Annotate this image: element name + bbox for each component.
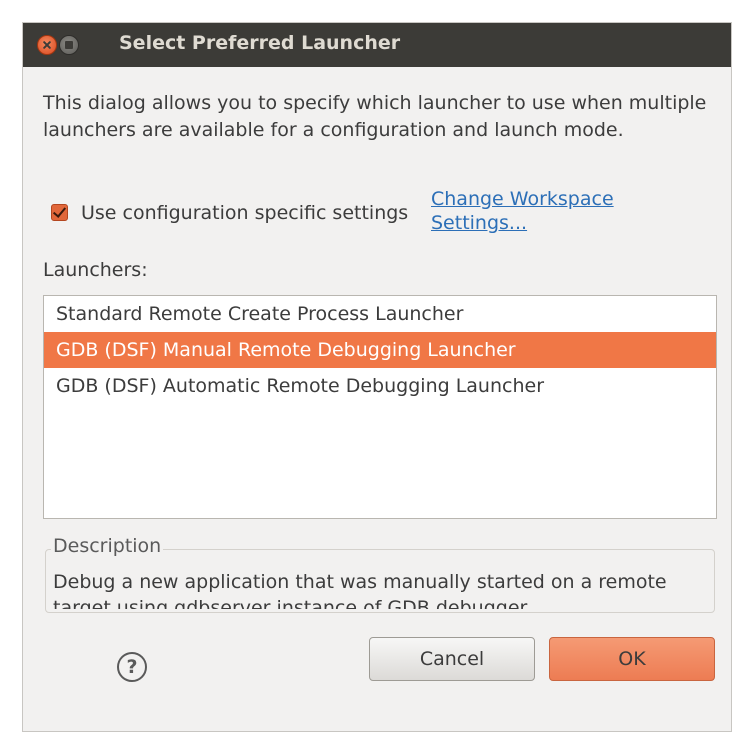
- config-specific-checkbox[interactable]: [51, 204, 68, 221]
- dialog-title: Select Preferred Launcher: [119, 32, 401, 54]
- title-bar: Select Preferred Launcher: [23, 23, 731, 67]
- cancel-button[interactable]: Cancel: [369, 637, 535, 681]
- launchers-list[interactable]: Standard Remote Create Process Launcher …: [43, 295, 717, 519]
- config-specific-label[interactable]: Use configuration specific settings: [81, 202, 431, 224]
- select-preferred-launcher-dialog: Select Preferred Launcher This dialog al…: [22, 22, 732, 732]
- launcher-item-gdb-manual-remote[interactable]: GDB (DSF) Manual Remote Debugging Launch…: [44, 332, 716, 368]
- launcher-item-gdb-automatic-remote[interactable]: GDB (DSF) Automatic Remote Debugging Lau…: [44, 368, 716, 404]
- minimize-window-icon[interactable]: [59, 35, 79, 55]
- intro-text: This dialog allows you to specify which …: [43, 92, 707, 141]
- close-window-icon[interactable]: [37, 35, 57, 55]
- description-legend: Description: [51, 535, 164, 557]
- launcher-item-standard-remote[interactable]: Standard Remote Create Process Launcher: [44, 296, 716, 332]
- description-text: Debug a new application that was manuall…: [53, 571, 667, 609]
- change-workspace-settings-link[interactable]: Change Workspace Settings...: [431, 187, 671, 235]
- help-icon[interactable]: ?: [117, 652, 147, 682]
- launchers-label: Launchers:: [43, 259, 148, 281]
- ok-button[interactable]: OK: [549, 637, 715, 681]
